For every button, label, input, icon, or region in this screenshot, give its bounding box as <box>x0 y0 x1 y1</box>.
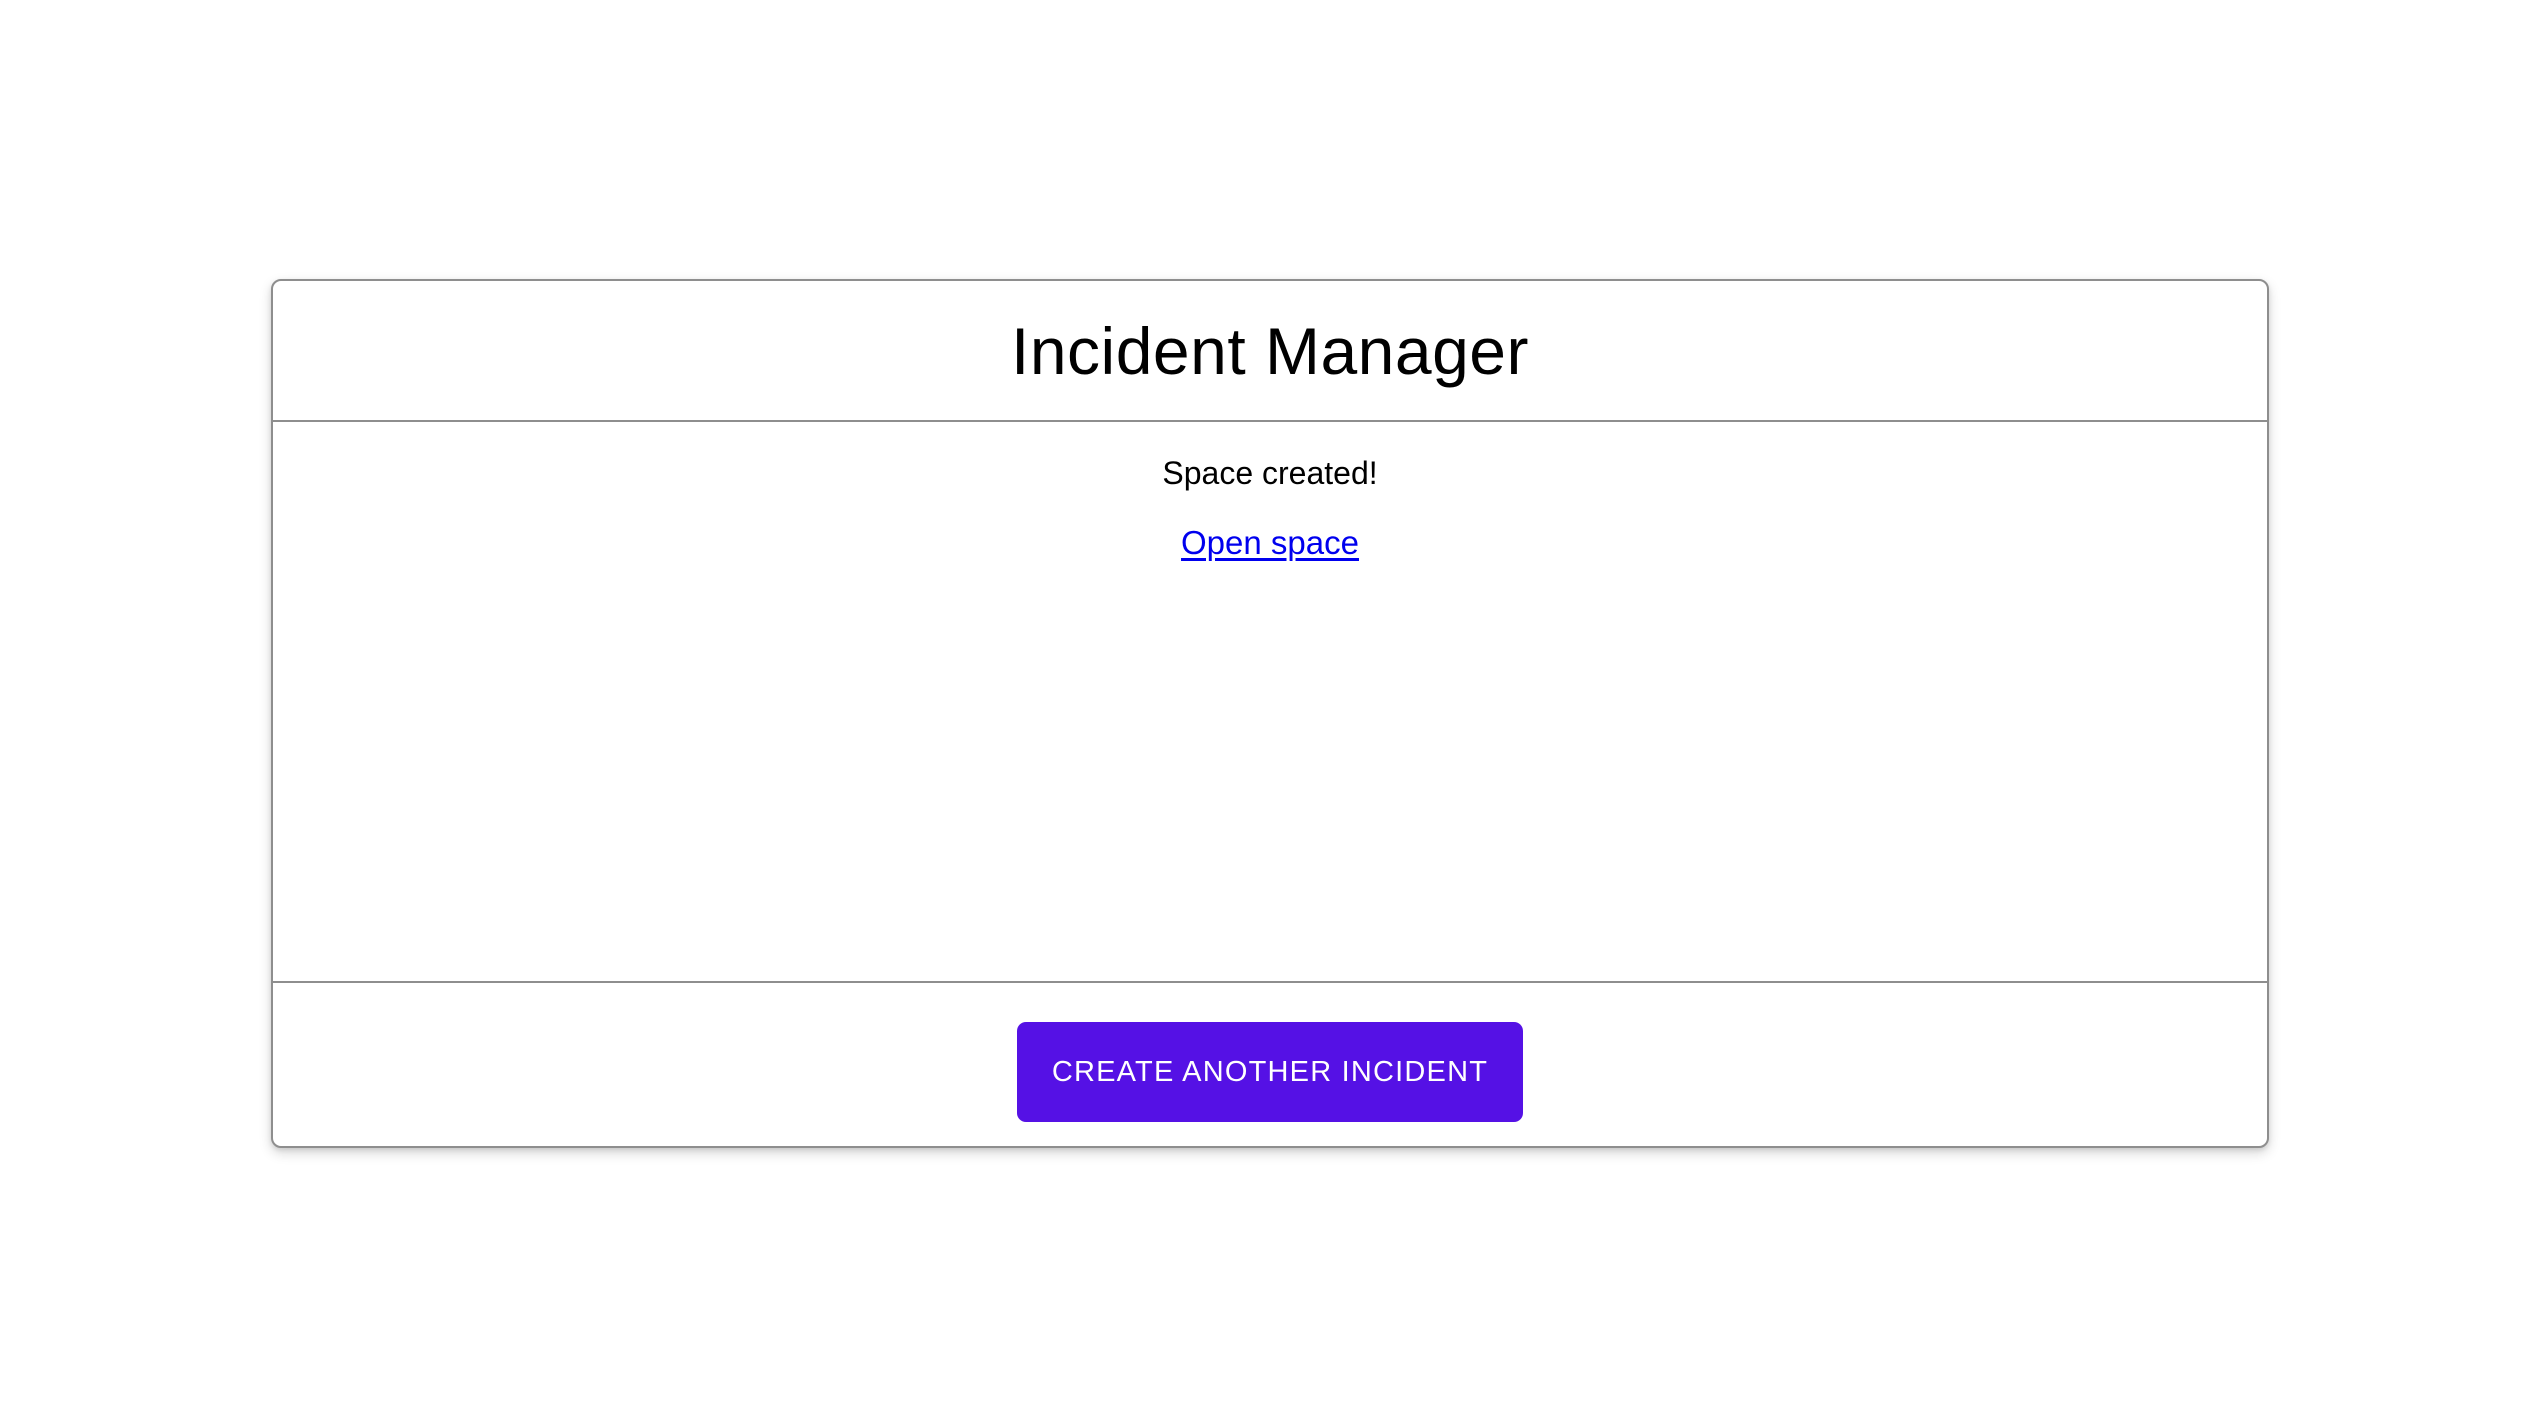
card-actions: CREATE ANOTHER INCIDENT <box>273 983 2267 1146</box>
card-header: Incident Manager <box>273 281 2267 422</box>
card-content: Space created! Open space <box>273 422 2267 983</box>
incident-manager-card: Incident Manager Space created! Open spa… <box>271 279 2269 1148</box>
open-space-link[interactable]: Open space <box>1181 519 1359 567</box>
status-message: Space created! <box>1162 455 1378 491</box>
create-another-incident-button[interactable]: CREATE ANOTHER INCIDENT <box>1017 1022 1523 1122</box>
page-title: Incident Manager <box>1011 313 1529 388</box>
open-space-link-row: Open space <box>273 497 2267 567</box>
